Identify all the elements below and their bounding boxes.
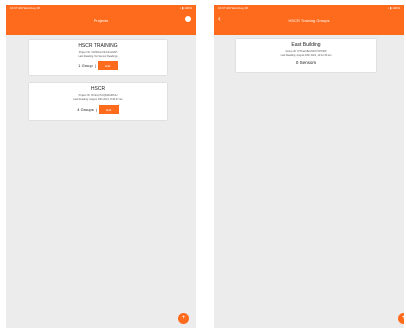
project-id: Project ID: rhXkmpTxxQbWAFHaU xyxy=(78,94,118,97)
edit-button-label: Edit xyxy=(106,107,112,112)
add-group-button[interactable]: + xyxy=(398,313,404,324)
group-card[interactable]: East Building Group ID: h7TbeknBoL5AXYFP… xyxy=(236,39,376,72)
project-actions: 4 Groups | Edit xyxy=(29,105,167,114)
status-battery: • ▮ 100% xyxy=(387,6,400,10)
project-last-reading: Last Reading: No Sensor Readings xyxy=(78,55,118,58)
status-battery: • ▮ 100% xyxy=(179,6,192,10)
edit-button[interactable]: Edit xyxy=(97,61,118,70)
plus-icon: + xyxy=(401,315,404,321)
group-name: East Building xyxy=(291,42,321,48)
group-last-reading: Last Reading: August 18th 2021, 10:12:30… xyxy=(280,54,332,57)
status-time: 10:37 AM Wed Aug 18 xyxy=(10,6,40,10)
page-title: Projects xyxy=(93,18,109,23)
separator: | xyxy=(95,107,97,112)
group-count: 1 Group xyxy=(78,63,93,68)
plus-icon: + xyxy=(181,315,186,321)
add-project-button[interactable]: + xyxy=(178,313,189,324)
project-name: HSCR TRAINING xyxy=(78,43,118,49)
projects-screen: 10:37 AM Wed Aug 18 • ▮ 100% Projects HS… xyxy=(6,5,196,328)
edit-button[interactable]: Edit xyxy=(98,105,119,114)
edit-button-label: Edit xyxy=(105,63,111,68)
group-count: 4 Groups xyxy=(77,107,94,112)
groups-screen: 10:37 AM Wed Aug 18 • ▮ 100% ‹ HSCR Trai… xyxy=(214,5,404,328)
top-app-bar: 10:37 AM Wed Aug 18 • ▮ 100% Projects xyxy=(6,5,196,35)
project-id: Project ID: nVZSOonXdJmFrefsbH xyxy=(78,51,118,54)
project-name: HSCR xyxy=(90,86,106,92)
project-actions: 1 Group | Edit xyxy=(29,61,167,70)
project-card[interactable]: HSCR Project ID: rhXkmpTxxQbWAFHaU Last … xyxy=(29,83,167,120)
profile-icon[interactable] xyxy=(185,16,191,22)
page-title: HSCR Training Groups xyxy=(288,18,330,23)
project-card[interactable]: HSCR TRAINING Project ID: nVZSOonXdJmFre… xyxy=(29,40,167,75)
sensor-count: 0 Sensors xyxy=(295,60,317,65)
top-app-bar: 10:37 AM Wed Aug 18 • ▮ 100% ‹ HSCR Trai… xyxy=(214,5,404,35)
separator: | xyxy=(94,63,96,68)
project-last-reading: Last Reading: August 19th 2021, 8:40:27 … xyxy=(73,98,123,101)
status-time: 10:37 AM Wed Aug 18 xyxy=(218,6,248,10)
group-id: Group ID: h7TbeknBoL5AXYFPO3W xyxy=(285,50,327,53)
